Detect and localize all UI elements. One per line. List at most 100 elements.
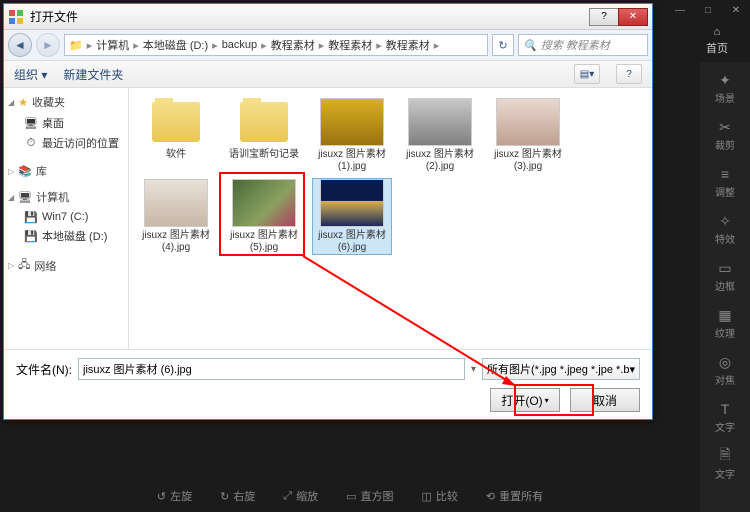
file-item[interactable]: 语训宝断句记录 (225, 98, 303, 173)
image-thumb (320, 179, 384, 227)
bottom-toolbar: ↺左旋 ↻右旋 ⤢缩放 ▭直方图 ◫比较 ⟲重置所有 (0, 480, 700, 512)
sidebar-item[interactable]: 💾Win7 (C:) (8, 208, 124, 226)
dialog-nav-bar: ◄ ► 📁 ▸ 计算机 ▸ 本地磁盘 (D:) ▸ backup ▸ 教程素材 … (4, 30, 652, 60)
chevron-down-icon: ▾ (629, 363, 635, 376)
open-button[interactable]: 打开(O)▾ (490, 388, 560, 412)
open-file-dialog: 打开文件 ? ✕ ◄ ► 📁 ▸ 计算机 ▸ 本地磁盘 (D:) ▸ backu… (3, 3, 653, 420)
dialog-toolbar: 组织 ▾ 新建文件夹 ▤▾ ? (4, 60, 652, 88)
app-minimize-button[interactable]: — (666, 0, 694, 20)
btool-直方图[interactable]: ▭直方图 (346, 488, 393, 504)
sidebar-item[interactable]: 🖥桌面 (8, 113, 124, 133)
dialog-close-button[interactable]: ✕ (618, 8, 648, 26)
network-icon: 🖧 (18, 256, 30, 275)
tool-调整[interactable]: ≡调整 (700, 166, 750, 199)
file-label: jisuxz 图片素材(3).jpg (489, 149, 567, 173)
breadcrumb-seg[interactable]: 本地磁盘 (D:) (143, 37, 208, 53)
tool-裁剪[interactable]: ✂裁剪 (700, 119, 750, 152)
organize-menu[interactable]: 组织 ▾ (14, 66, 47, 83)
tool-icon: ≡ (717, 166, 733, 182)
sidebar-libraries-head[interactable]: 📚 库 (8, 163, 124, 179)
tool-纹理[interactable]: ▦纹理 (700, 307, 750, 340)
dialog-help-button[interactable]: ? (589, 8, 619, 26)
tool-对焦[interactable]: ◎对焦 (700, 354, 750, 387)
drive-icon: 💾 (24, 210, 38, 224)
tool-场景[interactable]: ✦场景 (700, 72, 750, 105)
nav-back-button[interactable]: ◄ (8, 33, 32, 57)
breadcrumb-seg[interactable]: 教程素材 (328, 37, 372, 53)
btool-左旋[interactable]: ↺左旋 (157, 488, 192, 504)
file-item[interactable]: jisuxz 图片素材(1).jpg (313, 98, 391, 173)
filename-label: 文件名(N): (16, 361, 72, 378)
tool-边框[interactable]: ▭边框 (700, 260, 750, 293)
sidebar: ★ 收藏夹 🖥桌面⏱最近访问的位置 📚 库 🖥 计算机 💾Win7 (C:)💾本… (4, 88, 129, 349)
btool-比较[interactable]: ◫比较 (422, 488, 458, 504)
btool-重置所有[interactable]: ⟲重置所有 (486, 488, 543, 504)
tool-icon: ✂ (717, 119, 733, 135)
file-item[interactable]: jisuxz 图片素材(4).jpg (137, 179, 215, 254)
btool-icon: ▭ (346, 490, 356, 503)
file-item[interactable]: jisuxz 图片素材(3).jpg (489, 98, 567, 173)
tool-icon: ✦ (717, 72, 733, 88)
view-mode-button[interactable]: ▤▾ (574, 64, 600, 84)
image-thumb (320, 98, 384, 146)
cancel-button[interactable]: 取消 (570, 388, 640, 412)
search-placeholder: 搜索 教程素材 (541, 37, 610, 53)
dialog-footer: 文件名(N): ▾ 所有图片(*.jpg *.jpeg *.jpe *.b ▾ … (4, 349, 652, 419)
search-input[interactable]: 🔍 搜索 教程素材 (518, 34, 648, 56)
dialog-titlebar: 打开文件 ? ✕ (4, 4, 652, 30)
file-item[interactable]: jisuxz 图片素材(5).jpg (225, 179, 303, 254)
file-label: 语训宝断句记录 (229, 149, 299, 161)
filename-input[interactable] (78, 358, 465, 380)
breadcrumb[interactable]: 📁 ▸ 计算机 ▸ 本地磁盘 (D:) ▸ backup ▸ 教程素材 ▸ 教程… (64, 34, 488, 56)
file-list[interactable]: 软件语训宝断句记录 jisuxz 图片素材(1).jpg jisuxz 图片素材(2… (129, 88, 652, 349)
nav-forward-button[interactable]: ► (36, 33, 60, 57)
library-icon: 📚 (18, 165, 32, 178)
file-label: jisuxz 图片素材(5).jpg (225, 230, 303, 254)
tool-文字[interactable]: T文字 (700, 401, 750, 434)
search-icon: 🔍 (523, 39, 537, 52)
app-maximize-button[interactable]: □ (694, 0, 722, 20)
app-close-button[interactable]: ✕ (722, 0, 750, 20)
breadcrumb-seg[interactable]: backup (222, 39, 257, 51)
right-toolbar: ✦场景 ✂裁剪 ≡调整 ✧特效 ▭边框 ▦纹理 ◎对焦 T文字 🗎文字 (700, 62, 750, 512)
image-thumb (144, 179, 208, 227)
drive-icon: 💾 (24, 229, 38, 243)
tool-文字[interactable]: 🗎文字 (700, 448, 750, 481)
btool-icon: ⟲ (486, 490, 495, 503)
folder-icon (144, 98, 208, 146)
file-label: jisuxz 图片素材(6).jpg (313, 230, 391, 254)
sidebar-network-head[interactable]: 🖧 网络 (8, 256, 124, 275)
nav-refresh-button[interactable]: ↻ (492, 34, 514, 56)
breadcrumb-seg[interactable]: 教程素材 (271, 37, 315, 53)
computer-icon: 🖥 (18, 191, 32, 204)
file-label: jisuxz 图片素材(2).jpg (401, 149, 479, 173)
help-button[interactable]: ? (616, 64, 642, 84)
file-item[interactable]: jisuxz 图片素材(2).jpg (401, 98, 479, 173)
sidebar-item-icon: 🖥 (24, 116, 38, 130)
sidebar-computer-head[interactable]: 🖥 计算机 (8, 189, 124, 205)
tool-icon: 🗎 (717, 448, 733, 464)
app-home-button[interactable]: ⌂ 首页 (692, 26, 742, 56)
home-label: 首页 (706, 40, 728, 56)
btool-icon: ⤢ (283, 490, 292, 503)
breadcrumb-seg[interactable]: 教程素材 (386, 37, 430, 53)
tool-icon: ▭ (717, 260, 733, 276)
sidebar-item[interactable]: ⏱最近访问的位置 (8, 133, 124, 153)
app-logo-icon (8, 9, 24, 25)
dialog-title: 打开文件 (30, 8, 590, 25)
tool-特效[interactable]: ✧特效 (700, 213, 750, 246)
filename-dropdown-icon[interactable]: ▾ (471, 364, 476, 375)
btool-icon: ◫ (422, 490, 432, 503)
filetype-filter[interactable]: 所有图片(*.jpg *.jpeg *.jpe *.b ▾ (482, 358, 640, 380)
sidebar-item[interactable]: 💾本地磁盘 (D:) (8, 226, 124, 246)
btool-缩放[interactable]: ⤢缩放 (283, 488, 318, 504)
breadcrumb-seg[interactable]: 计算机 (96, 37, 129, 53)
file-item[interactable]: jisuxz 图片素材(6).jpg (313, 179, 391, 254)
sidebar-favorites-head[interactable]: ★ 收藏夹 (8, 94, 124, 110)
tool-icon: ◎ (717, 354, 733, 370)
file-item[interactable]: 软件 (137, 98, 215, 173)
btool-右旋[interactable]: ↻右旋 (220, 488, 255, 504)
new-folder-button[interactable]: 新建文件夹 (63, 66, 123, 83)
image-thumb (496, 98, 560, 146)
btool-icon: ↻ (220, 490, 229, 503)
